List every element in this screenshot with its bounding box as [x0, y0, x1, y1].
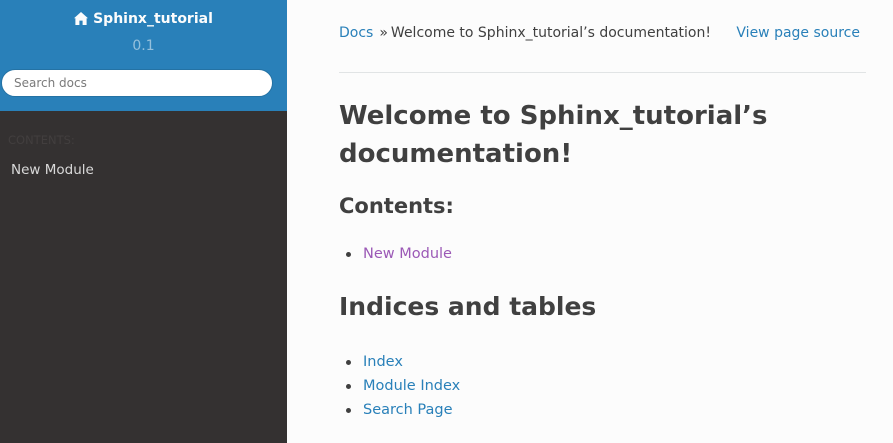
search-page-link[interactable]: Search Page: [363, 402, 453, 418]
sidebar-header: Sphinx_tutorial 0.1: [0, 0, 287, 111]
sidebar-item-new-module[interactable]: New Module: [11, 162, 94, 178]
list-item: Search Page: [345, 398, 460, 422]
project-name: Sphinx_tutorial: [93, 10, 213, 27]
list-item: Index: [345, 350, 460, 374]
toc-caption: CONTENTS:: [8, 133, 75, 147]
index-link[interactable]: Index: [363, 354, 403, 370]
contents-heading: Contents:: [339, 194, 454, 218]
view-page-source-link[interactable]: View page source: [736, 25, 860, 41]
indices-heading: Indices and tables: [339, 292, 597, 321]
module-index-link[interactable]: Module Index: [363, 378, 460, 394]
sidebar: Sphinx_tutorial 0.1 CONTENTS: New Module: [0, 0, 287, 443]
list-item: Module Index: [345, 374, 460, 398]
main-content: Docs» Welcome to Sphinx_tutorial’s docume…: [287, 0, 893, 443]
contents-list: New Module: [345, 242, 452, 266]
version-label: 0.1: [132, 38, 155, 54]
page-title: Welcome to Sphinx_tutorial’s documentati…: [339, 101, 768, 169]
breadcrumb-separator: »: [379, 25, 388, 41]
home-icon: [74, 12, 89, 25]
contents-link-new-module[interactable]: New Module: [363, 246, 452, 262]
project-home-link[interactable]: Sphinx_tutorial: [74, 11, 213, 27]
divider: [339, 72, 866, 73]
indices-list: Index Module Index Search Page: [345, 350, 460, 422]
breadcrumb: Docs » Welcome to Sphinx_tutorial’s docume…: [339, 25, 865, 45]
list-item: New Module: [345, 242, 452, 266]
breadcrumb-docs-link[interactable]: Docs: [339, 25, 373, 41]
search-input[interactable]: [1, 69, 273, 97]
breadcrumb-current: Welcome to Sphinx_tutorial’s documentati…: [390, 25, 711, 41]
